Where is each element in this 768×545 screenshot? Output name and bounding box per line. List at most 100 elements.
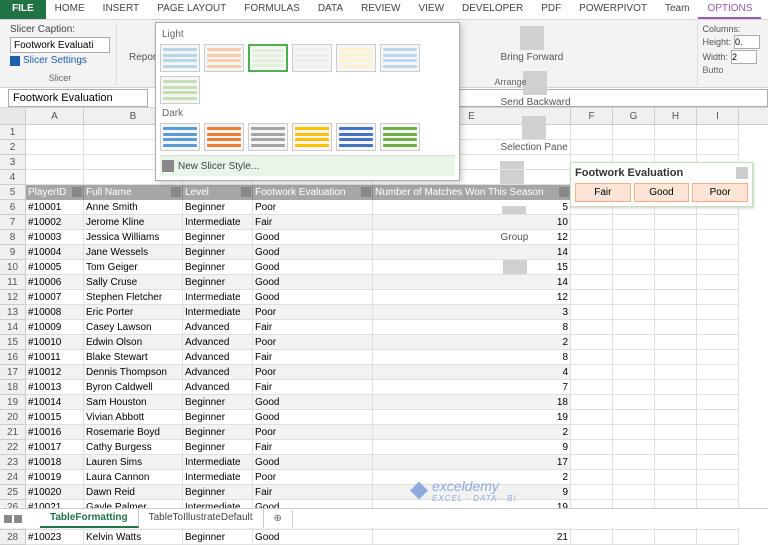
cell[interactable] — [655, 215, 697, 230]
cell[interactable] — [613, 335, 655, 350]
cell[interactable]: Good — [253, 230, 373, 245]
cell[interactable] — [697, 275, 739, 290]
send-backward-button[interactable]: Send Backward — [494, 69, 576, 110]
cell[interactable]: Vivian Abbott — [84, 410, 183, 425]
cell[interactable]: Byron Caldwell — [84, 380, 183, 395]
cell[interactable]: Advanced — [183, 380, 253, 395]
cell[interactable] — [571, 410, 613, 425]
cell[interactable]: 14 — [373, 245, 571, 260]
style-thumb[interactable] — [380, 123, 420, 151]
cell[interactable] — [571, 215, 613, 230]
cell[interactable]: #10016 — [26, 425, 84, 440]
cell[interactable] — [697, 470, 739, 485]
row-header[interactable]: 19 — [0, 395, 26, 410]
cell[interactable] — [697, 365, 739, 380]
slicer-settings-link[interactable]: Slicer Settings — [10, 55, 87, 66]
cell[interactable]: Advanced — [183, 350, 253, 365]
filter-dropdown-icon[interactable] — [361, 187, 371, 197]
cell[interactable] — [655, 125, 697, 140]
cell[interactable] — [613, 125, 655, 140]
ribbon-tab-developer[interactable]: DEVELOPER — [453, 0, 532, 19]
cell[interactable]: #10013 — [26, 380, 84, 395]
table-header[interactable]: Level — [183, 185, 253, 200]
cell[interactable] — [571, 245, 613, 260]
cell[interactable]: 18 — [373, 395, 571, 410]
cell[interactable] — [697, 140, 739, 155]
cell[interactable]: Stephen Fletcher — [84, 290, 183, 305]
table-header[interactable]: Footwork Evaluation — [253, 185, 373, 200]
ribbon-tab-home[interactable]: HOME — [46, 0, 94, 19]
cell[interactable] — [655, 350, 697, 365]
cell[interactable] — [655, 335, 697, 350]
row-header[interactable]: 20 — [0, 410, 26, 425]
cell[interactable]: 8 — [373, 320, 571, 335]
cell[interactable] — [613, 215, 655, 230]
cell[interactable] — [655, 425, 697, 440]
row-header[interactable]: 13 — [0, 305, 26, 320]
cell[interactable] — [613, 455, 655, 470]
cell[interactable]: Fair — [253, 440, 373, 455]
cell[interactable]: 15 — [373, 260, 571, 275]
cell[interactable]: 17 — [373, 455, 571, 470]
ribbon-tab-options[interactable]: OPTIONS — [698, 0, 761, 19]
cell[interactable] — [571, 290, 613, 305]
new-slicer-style-item[interactable]: New Slicer Style... — [160, 155, 455, 176]
row-header[interactable]: 24 — [0, 470, 26, 485]
cell[interactable] — [697, 230, 739, 245]
cell[interactable] — [613, 260, 655, 275]
cell[interactable] — [697, 335, 739, 350]
ribbon-tab-pdf[interactable]: PDF — [532, 0, 570, 19]
cell[interactable]: 8 — [373, 350, 571, 365]
cell[interactable]: 5 — [373, 200, 571, 215]
style-thumb[interactable] — [160, 123, 200, 151]
cell[interactable] — [571, 425, 613, 440]
cell[interactable] — [697, 215, 739, 230]
cell[interactable] — [697, 440, 739, 455]
cell[interactable]: #10001 — [26, 200, 84, 215]
cell[interactable]: Beginner — [183, 275, 253, 290]
cell[interactable] — [697, 485, 739, 500]
cell[interactable]: Beginner — [183, 245, 253, 260]
cell[interactable]: Good — [253, 530, 373, 545]
cell[interactable] — [697, 290, 739, 305]
cell[interactable]: Good — [253, 410, 373, 425]
cell[interactable] — [655, 275, 697, 290]
cell[interactable]: #10015 — [26, 410, 84, 425]
cell[interactable] — [613, 530, 655, 545]
cell[interactable]: #10007 — [26, 290, 84, 305]
cell[interactable]: Fair — [253, 215, 373, 230]
cell[interactable]: 3 — [373, 305, 571, 320]
select-all-corner[interactable] — [0, 108, 26, 124]
ribbon-tab-page-layout[interactable]: PAGE LAYOUT — [148, 0, 235, 19]
cell[interactable]: Sam Houston — [84, 395, 183, 410]
cell[interactable]: Good — [253, 260, 373, 275]
filter-dropdown-icon[interactable] — [241, 187, 251, 197]
ribbon-tab-review[interactable]: REVIEW — [352, 0, 409, 19]
cell[interactable]: Good — [253, 290, 373, 305]
cell[interactable] — [655, 260, 697, 275]
cell[interactable]: Intermediate — [183, 305, 253, 320]
cell[interactable] — [571, 470, 613, 485]
cell[interactable] — [613, 410, 655, 425]
sheet-tab[interactable]: TableFormatting — [40, 509, 139, 528]
cell[interactable] — [571, 365, 613, 380]
style-thumb[interactable] — [292, 44, 332, 72]
cell[interactable]: Rosemarie Boyd — [84, 425, 183, 440]
cell[interactable] — [655, 410, 697, 425]
cell[interactable]: Fair — [253, 320, 373, 335]
cell[interactable] — [697, 530, 739, 545]
slicer-item[interactable]: Good — [634, 183, 690, 202]
cell[interactable]: Anne Smith — [84, 200, 183, 215]
bring-forward-button[interactable]: Bring Forward — [494, 24, 569, 65]
cell[interactable] — [655, 530, 697, 545]
cell[interactable]: Dennis Thompson — [84, 365, 183, 380]
cell[interactable] — [655, 230, 697, 245]
cell[interactable]: #10018 — [26, 455, 84, 470]
ribbon-tab-data[interactable]: DATA — [309, 0, 352, 19]
cell[interactable] — [655, 440, 697, 455]
style-thumb[interactable] — [204, 123, 244, 151]
row-header[interactable]: 6 — [0, 200, 26, 215]
cell[interactable] — [697, 125, 739, 140]
cell[interactable]: 12 — [373, 290, 571, 305]
cell[interactable] — [26, 170, 84, 185]
